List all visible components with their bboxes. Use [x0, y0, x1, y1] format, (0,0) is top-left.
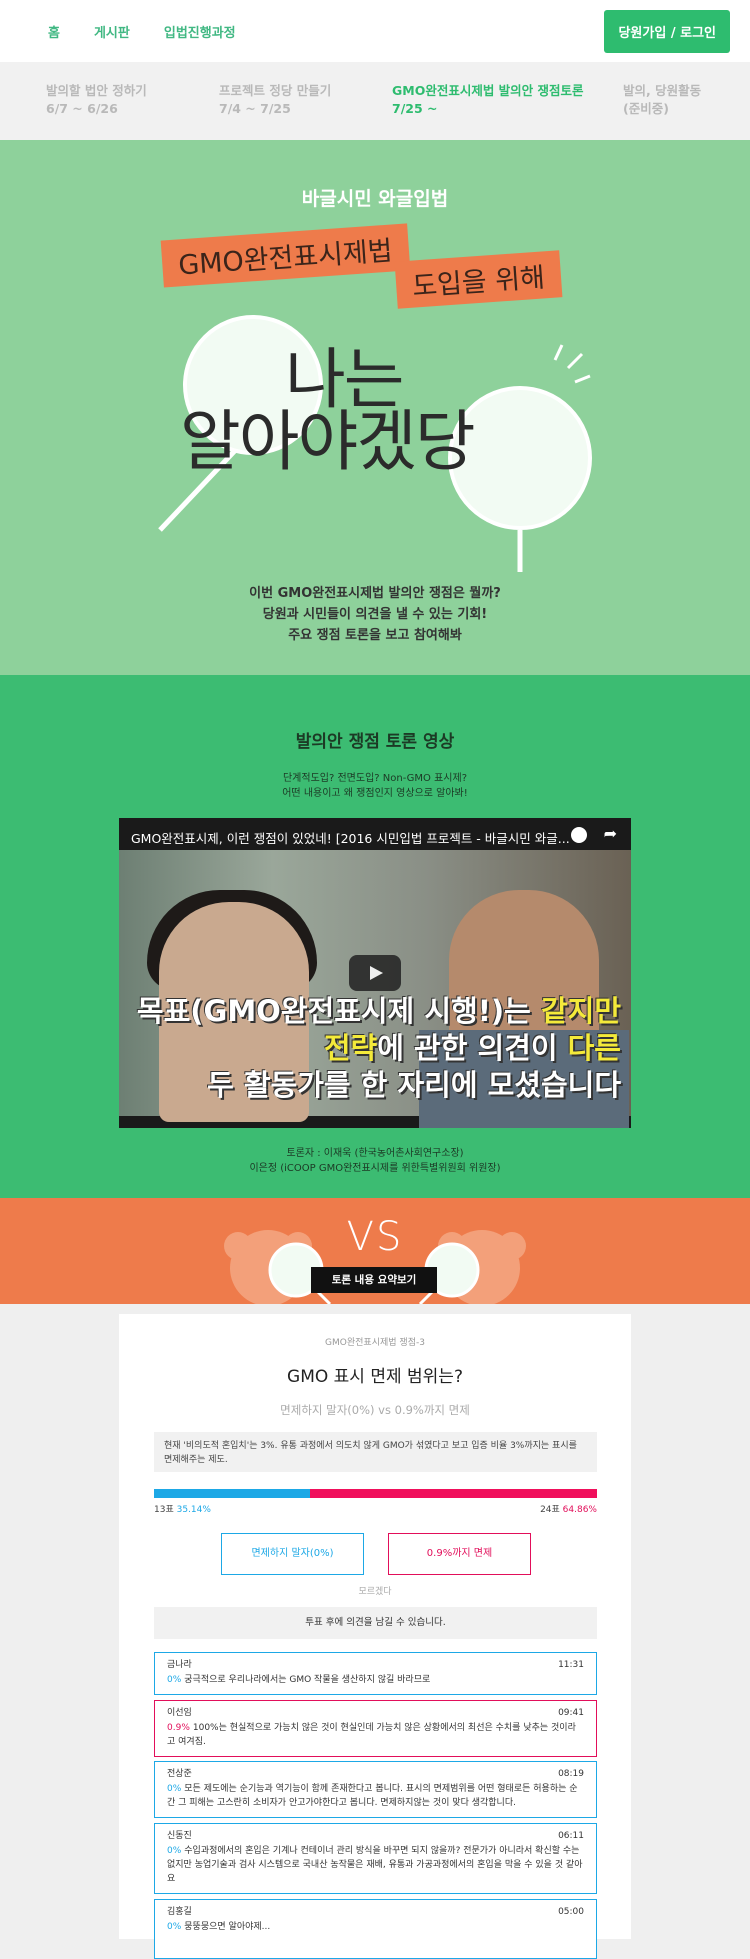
comment-position: 0%	[167, 1845, 182, 1856]
comment-text: 모든 제도에는 순기능과 역기능이 함께 존재한다고 봅니다. 표시의 면제범위…	[167, 1783, 578, 1808]
comment-item: 전상준 08:19 0% 모든 제도에는 순기능과 역기능이 함께 존재한다고 봅니…	[154, 1761, 597, 1818]
subtitle-line: 어떤 내용이고 왜 쟁점인지 영상으로 알아봐!	[282, 788, 468, 799]
progress-steps: 발의할 법안 정하기 6/7 ~ 6/26 프로젝트 정당 만들기 7/4 ~ …	[0, 62, 750, 140]
hero-headline-2: 알아야겠당	[180, 403, 476, 480]
step-1[interactable]: 발의할 법안 정하기 6/7 ~ 6/26	[46, 82, 219, 140]
nav-links: 홈 게시판 입법진행과정	[48, 22, 604, 41]
video-credits: 토론자 : 이재욱 (한국농어촌사회연구소장) 이은정 (iCOOP GMO완전…	[0, 1146, 750, 1176]
hero-desc-line: 주요 쟁점 토론을 보고 참여해봐	[288, 627, 462, 643]
right-votes: 24표	[540, 1505, 560, 1515]
step-title: 발의할 법안 정하기	[46, 83, 147, 98]
step-title: GMO완전표시제법 발의안 쟁점토론	[392, 83, 584, 98]
video-title[interactable]: GMO완전표시제, 이런 쟁점이 있었네! [2016 시민입법 프로젝트 - …	[131, 828, 570, 847]
comment-item: 신동진 06:11 0% 수입과정에서의 혼입은 기계나 컨테이너 관리 방식을 바…	[154, 1823, 597, 1894]
comment-author: 금나라	[167, 1660, 192, 1670]
issue-label: GMO완전표시제법 쟁점-3	[325, 1338, 425, 1348]
video-caption-line-3: 두 활동가를 한 자리에 모셨습니다	[207, 1068, 621, 1102]
comment-author: 신동진	[167, 1831, 192, 1841]
comment-notice: 투표 후에 의견을 남길 수 있습니다.	[154, 1607, 597, 1639]
step-date: 6/7 ~ 6/26	[46, 101, 118, 117]
video-section-subtitle: 단계적도입? 전면도입? Non-GMO 표시제? 어떤 내용이고 왜 쟁점인지…	[0, 771, 750, 801]
left-vote-count: 13표 35.14%	[154, 1502, 211, 1515]
caption-highlight: 같지만	[540, 994, 621, 1028]
share-icon[interactable]: ➦	[604, 824, 617, 843]
video-caption-line-1: 목표(GMO완전표시제 시행!)는 같지만	[137, 988, 621, 1030]
comment-author: 김홍길	[167, 1907, 192, 1917]
issue-versus: 면제하지 말자(0%) vs 0.9%까지 면제	[280, 1403, 470, 1417]
caption-highlight: 다른	[567, 1031, 621, 1065]
comment-text: 뭉뚱뭉으면 알아야제...	[184, 1921, 271, 1932]
comment-time: 09:41	[558, 1708, 584, 1718]
vote-ratio-fill	[154, 1489, 310, 1498]
nav-link-board[interactable]: 게시판	[94, 22, 130, 41]
issue-title: GMO 표시 면제 범위는?	[287, 1367, 463, 1387]
hero-banner: 바글시민 와글입법 GMO완전표시제법 도입을 위해 나는 알아야겠당 이번 G…	[0, 140, 750, 675]
comment-item: 금나라 11:31 0% 궁극적으로 우리나라에서는 GMO 작물을 생산하지 않길…	[154, 1652, 597, 1695]
summary-button[interactable]: 토론 내용 요약보기	[311, 1267, 437, 1293]
issue-note: 현재 '비의도적 혼입치'는 3%. 유통 과정에서 의도치 않게 GMO가 섞…	[154, 1432, 597, 1472]
top-nav: 홈 게시판 입법진행과정 당원가입 / 로그인	[0, 0, 750, 62]
right-percent: 64.86%	[562, 1505, 597, 1515]
step-4[interactable]: 발의, 당원활동 (준비중)	[623, 82, 733, 140]
comment-time: 08:19	[558, 1769, 584, 1779]
left-percent: 35.14%	[176, 1505, 211, 1515]
comment-time: 05:00	[558, 1907, 584, 1917]
nav-link-process[interactable]: 입법진행과정	[164, 22, 236, 41]
comment-position: 0%	[167, 1674, 182, 1685]
comment-text: 수입과정에서의 혼입은 기계나 컨테이너 관리 방식을 바꾸면 되지 않을까? …	[167, 1845, 583, 1884]
step-date: 7/25 ~	[392, 101, 438, 117]
credit-line: 토론자 : 이재욱 (한국농어촌사회연구소장)	[286, 1148, 464, 1159]
comment-time: 11:31	[558, 1660, 584, 1670]
comment-position: 0.9%	[167, 1722, 190, 1733]
vote-exemption-button[interactable]: 0.9%까지 면제	[388, 1533, 531, 1575]
left-votes: 13표	[154, 1505, 174, 1515]
vs-banner: VS 토론 내용 요약보기	[0, 1198, 750, 1304]
caption-text: 목표(GMO완전표시제 시행!)는	[136, 994, 541, 1028]
video-caption-line-2: 전략에 관한 의견이 다른	[324, 1025, 621, 1067]
video-section: 발의안 쟁점 토론 영상 단계적도입? 전면도입? Non-GMO 표시제? 어…	[0, 675, 750, 1198]
caption-text: 에 관한 의견이	[377, 1031, 568, 1065]
step-3-active[interactable]: GMO완전표시제법 발의안 쟁점토론 7/25 ~	[392, 82, 623, 140]
hero-desc-line: 이번 GMO완전표시제법 발의안 쟁점은 뭘까?	[249, 586, 501, 601]
comment-item: 김홍길 05:00 0% 뭉뚱뭉으면 알아야제...	[154, 1899, 597, 1959]
comment-author: 이선임	[167, 1708, 192, 1718]
step-title: 프로젝트 정당 만들기	[219, 83, 332, 98]
video-player[interactable]: GMO완전표시제, 이런 쟁점이 있었네! [2016 시민입법 프로젝트 - …	[119, 818, 631, 1128]
comment-text: 궁극적으로 우리나라에서는 GMO 작물을 생산하지 않길 바라므로	[184, 1674, 431, 1685]
vote-unsure-link[interactable]: 모르겠다	[119, 1584, 631, 1597]
comment-position: 0%	[167, 1921, 182, 1932]
comment-time: 06:11	[558, 1831, 584, 1841]
login-button[interactable]: 당원가입 / 로그인	[604, 9, 730, 53]
step-2[interactable]: 프로젝트 정당 만들기 7/4 ~ 7/25	[219, 82, 392, 140]
comment-item: 이선임 09:41 0.9% 100%는 현실적으로 가능치 않은 것이 현실인데 …	[154, 1700, 597, 1757]
caption-highlight: 전략	[323, 1031, 378, 1065]
step-title: 발의, 당원활동	[623, 83, 702, 98]
hero-kicker: 바글시민 와글입법	[301, 188, 449, 210]
step-date: (준비중)	[623, 101, 669, 117]
debate-card: GMO완전표시제법 쟁점-3 GMO 표시 면제 범위는? 면제하지 말자(0%…	[119, 1314, 631, 1959]
right-vote-count: 24표 64.86%	[540, 1502, 597, 1515]
comment-position: 0%	[167, 1783, 182, 1794]
hero-description: 이번 GMO완전표시제법 발의안 쟁점은 뭘까? 당원과 시민들이 의견을 낼 …	[0, 584, 750, 646]
vs-label: VS	[346, 1214, 404, 1260]
step-date: 7/4 ~ 7/25	[219, 101, 291, 117]
nav-link-home[interactable]: 홈	[48, 22, 60, 41]
video-section-title: 발의안 쟁점 토론 영상	[295, 732, 455, 752]
vote-no-exemption-button[interactable]: 면제하지 말자(0%)	[221, 1533, 364, 1575]
vote-ratio-bar	[154, 1489, 597, 1498]
comment-author: 전상준	[167, 1769, 192, 1779]
comment-text: 100%는 현실적으로 가능치 않은 것이 현실인데 가능치 않은 상황에서의 …	[167, 1722, 576, 1747]
watch-later-icon[interactable]	[571, 827, 587, 843]
credit-line: 이은정 (iCOOP GMO완전표시제를 위한특별위원회 위원장)	[249, 1163, 501, 1174]
subtitle-line: 단계적도입? 전면도입? Non-GMO 표시제?	[282, 773, 468, 784]
play-button[interactable]	[349, 955, 401, 991]
hero-desc-line: 당원과 시민들이 의견을 낼 수 있는 기회!	[262, 606, 488, 622]
